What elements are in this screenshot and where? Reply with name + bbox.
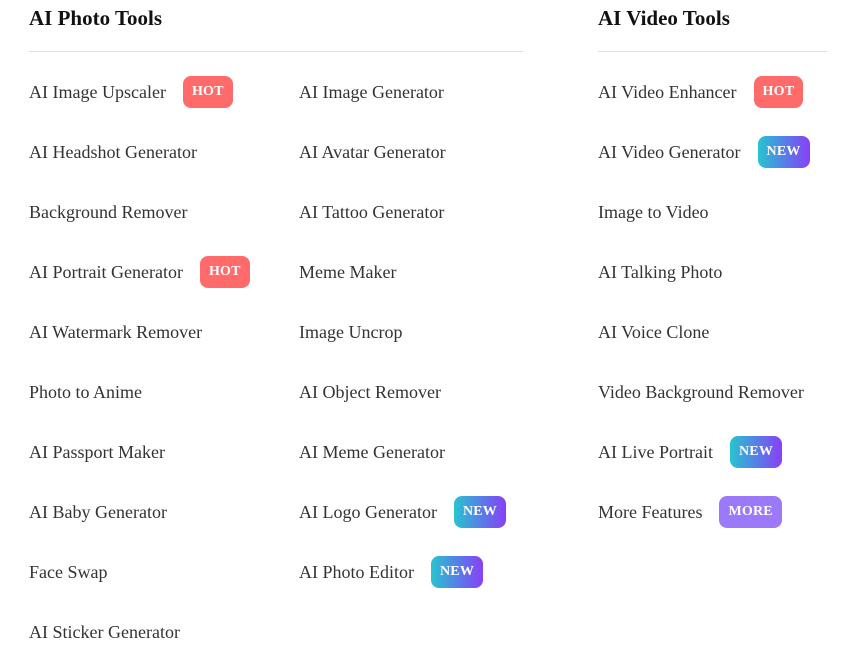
tool-link-ai-voice-clone[interactable]: AI Voice Clone	[598, 321, 709, 343]
hot-badge: HOT	[182, 76, 233, 108]
tool-label: AI Watermark Remover	[29, 322, 203, 342]
hot-badge: HOT	[199, 256, 250, 288]
new-badge: NEW	[453, 496, 507, 528]
tool-label: AI Live Portrait	[598, 442, 713, 462]
tool-link-ai-photo-editor[interactable]: AI Photo Editor NEW	[299, 556, 484, 588]
photo-tools-title: AI Photo Tools	[29, 6, 163, 30]
tool-label: AI Photo Editor	[299, 562, 414, 582]
tool-label: AI Voice Clone	[598, 322, 710, 342]
tool-link-ai-tattoo-generator[interactable]: AI Tattoo Generator	[299, 201, 444, 223]
tool-link-ai-headshot-generator[interactable]: AI Headshot Generator	[29, 141, 197, 163]
tool-label: AI Baby Generator	[29, 502, 167, 522]
tool-label: AI Portrait Generator	[29, 262, 183, 282]
tool-label: AI Meme Generator	[299, 442, 445, 462]
tool-link-ai-avatar-generator[interactable]: AI Avatar Generator	[299, 141, 446, 163]
tool-link-ai-talking-photo[interactable]: AI Talking Photo	[598, 261, 722, 283]
new-badge: NEW	[431, 556, 484, 588]
tool-link-more-features[interactable]: More Features MORE	[598, 496, 782, 528]
tool-label: Photo to Anime	[29, 382, 143, 402]
tool-label: AI Image Upscaler	[29, 82, 166, 102]
tool-link-ai-passport-maker[interactable]: AI Passport Maker	[29, 441, 165, 463]
tool-label: More Features	[598, 502, 703, 522]
tool-link-background-remover[interactable]: Background Remover	[29, 201, 187, 223]
tool-label: Face Swap	[29, 562, 108, 582]
new-badge: NEW	[757, 136, 810, 168]
tool-label: AI Sticker Generator	[29, 622, 180, 642]
tool-label: AI Logo Generator	[299, 502, 437, 522]
tool-label: AI Avatar Generator	[299, 142, 446, 162]
tool-link-ai-video-enhancer[interactable]: AI Video Enhancer HOT	[598, 76, 804, 108]
tool-link-ai-object-remover[interactable]: AI Object Remover	[299, 381, 441, 403]
tool-link-ai-live-portrait[interactable]: AI Live Portrait NEW	[598, 436, 783, 468]
tool-link-ai-logo-generator[interactable]: AI Logo Generator NEW	[299, 496, 507, 528]
video-tools-title: AI Video Tools	[598, 6, 730, 30]
tool-link-meme-maker[interactable]: Meme Maker	[299, 261, 396, 283]
tool-link-image-to-video[interactable]: Image to Video	[598, 201, 709, 223]
tool-link-ai-image-upscaler[interactable]: AI Image Upscaler HOT	[29, 76, 233, 108]
tool-label: AI Image Generator	[299, 82, 444, 102]
tool-label: Meme Maker	[299, 262, 397, 282]
tool-link-image-uncrop[interactable]: Image Uncrop	[299, 321, 402, 343]
more-badge: MORE	[719, 496, 782, 528]
tool-link-ai-baby-generator[interactable]: AI Baby Generator	[29, 501, 167, 523]
tool-label: AI Headshot Generator	[29, 142, 197, 162]
tool-link-face-swap[interactable]: Face Swap	[29, 561, 107, 583]
tool-label: Image Uncrop	[299, 322, 403, 342]
tool-link-ai-meme-generator[interactable]: AI Meme Generator	[299, 441, 445, 463]
tool-link-photo-to-anime[interactable]: Photo to Anime	[29, 381, 142, 403]
video-tools-divider	[598, 51, 827, 52]
photo-tools-divider	[29, 51, 523, 52]
tool-label: Video Background Remover	[598, 382, 804, 402]
tool-link-ai-image-generator[interactable]: AI Image Generator	[299, 81, 444, 103]
tool-label: AI Passport Maker	[29, 442, 165, 462]
hot-badge: HOT	[753, 76, 804, 108]
tool-label: AI Video Enhancer	[598, 82, 737, 102]
tool-link-video-background-remover[interactable]: Video Background Remover	[598, 381, 804, 403]
tool-label: AI Video Generator	[598, 142, 741, 162]
tool-link-ai-sticker-generator[interactable]: AI Sticker Generator	[29, 621, 180, 643]
tool-label: Background Remover	[29, 202, 188, 222]
tool-link-ai-video-generator[interactable]: AI Video Generator NEW	[598, 136, 810, 168]
tool-link-ai-portrait-generator[interactable]: AI Portrait Generator HOT	[29, 256, 250, 288]
tool-link-ai-watermark-remover[interactable]: AI Watermark Remover	[29, 321, 202, 343]
new-badge: NEW	[729, 436, 783, 468]
tool-label: AI Object Remover	[299, 382, 441, 402]
tool-label: AI Tattoo Generator	[299, 202, 445, 222]
tool-label: AI Talking Photo	[598, 262, 723, 282]
tool-label: Image to Video	[598, 202, 709, 222]
